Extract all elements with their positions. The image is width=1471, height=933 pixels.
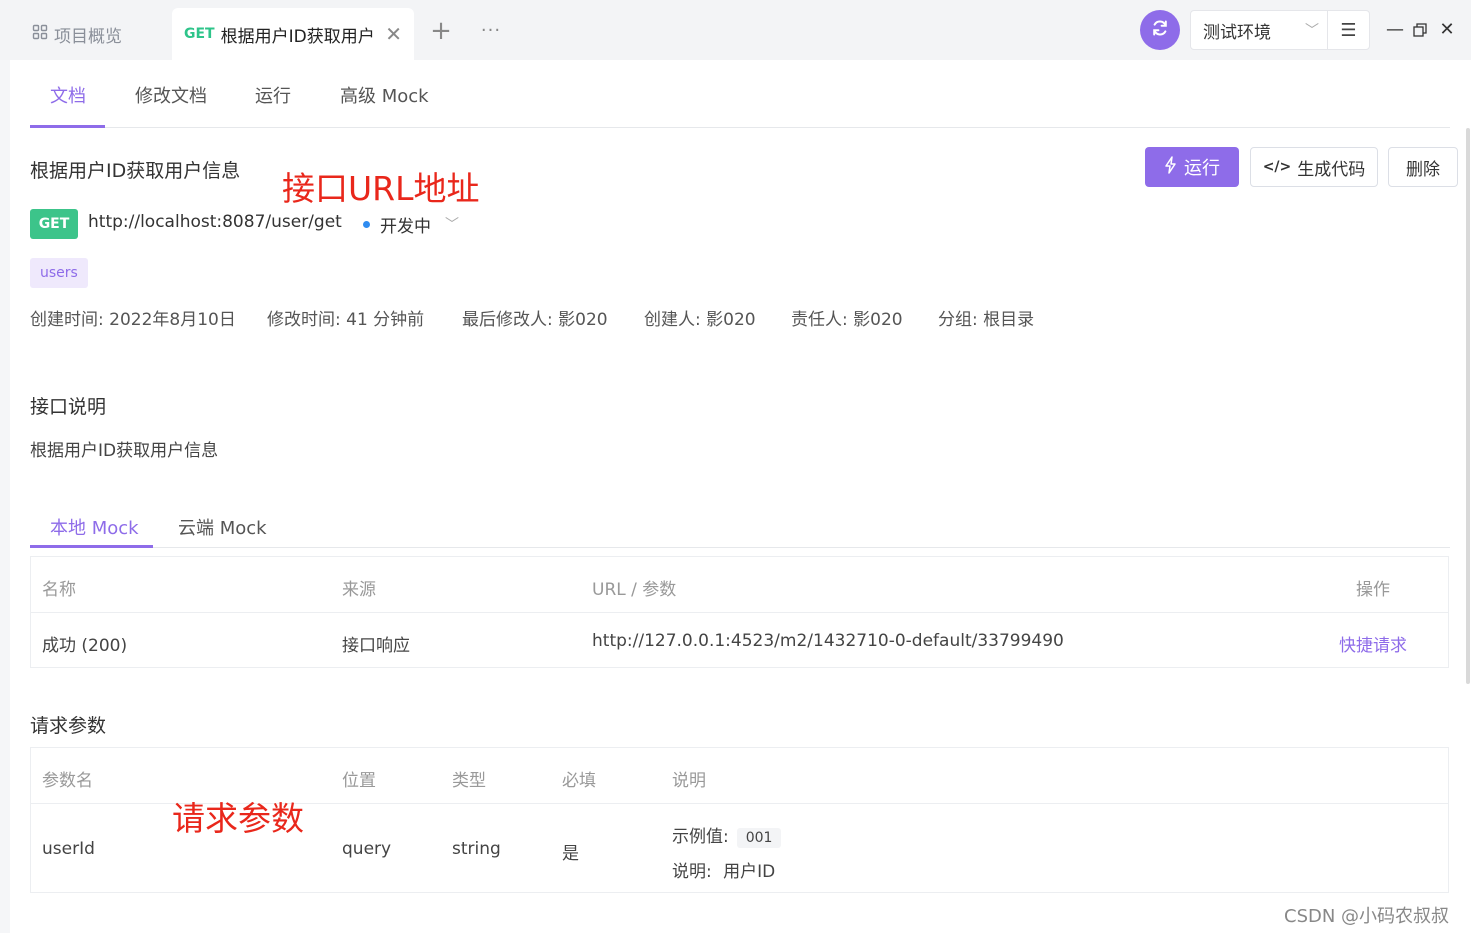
tab-cloud-mock[interactable]: 云端 Mock — [178, 514, 267, 540]
params-title: 请求参数 — [30, 715, 107, 737]
minimize-icon[interactable]: — — [1384, 18, 1406, 42]
tab-doc[interactable]: 文档 — [50, 82, 86, 110]
meta-group: 分组: 根目录 — [938, 310, 1035, 330]
chevron-down-icon[interactable]: ﹀ — [445, 214, 459, 234]
col-source: 来源 — [342, 580, 376, 600]
col-location: 位置 — [342, 771, 376, 791]
param-required: 是 — [562, 844, 579, 864]
col-url-params: URL / 参数 — [592, 580, 677, 600]
run-button-label: 运行 — [1184, 158, 1220, 179]
param-location: query — [342, 839, 392, 859]
tab-advanced-mock[interactable]: 高级 Mock — [340, 82, 429, 110]
active-mock-tab-indicator — [30, 545, 153, 548]
mock-row-name: 成功 (200) — [42, 636, 128, 656]
environment-select[interactable]: 测试环境 ﹀ ☰ — [1190, 10, 1370, 50]
method-badge: GET — [30, 209, 78, 239]
lightning-icon — [1164, 155, 1178, 179]
meta-modified-time: 修改时间: 41 分钟前 — [267, 310, 425, 330]
param-desc-value: 用户ID — [723, 862, 776, 882]
generate-code-button[interactable]: </> 生成代码 — [1250, 147, 1378, 187]
param-example-value: 001 — [736, 828, 782, 848]
doc-tabs — [30, 60, 1450, 128]
tab-project-overview[interactable]: 项目概览 — [22, 14, 132, 54]
environment-select-value: 测试环境 — [1203, 22, 1271, 43]
status-select[interactable]: 开发中 — [380, 212, 431, 237]
description-text: 根据用户ID获取用户信息 — [30, 441, 219, 461]
chevron-down-icon: ﹀ — [1305, 23, 1319, 39]
run-button[interactable]: 运行 — [1145, 147, 1239, 187]
tab-run[interactable]: 运行 — [255, 82, 291, 110]
delete-button[interactable]: 删除 — [1388, 147, 1458, 187]
more-tabs-button[interactable]: ··· — [478, 18, 504, 44]
api-url: http://localhost:8087/user/get — [88, 212, 342, 232]
col-name: 名称 — [42, 580, 76, 600]
grid-icon — [32, 24, 48, 45]
scrollbar[interactable] — [1466, 128, 1470, 684]
api-title: 根据用户ID获取用户信息 — [30, 160, 241, 182]
active-tab-indicator — [30, 125, 105, 128]
meta-owner: 责任人: 影020 — [791, 310, 903, 330]
watermark: CSDN @小码农叔叔 — [1284, 906, 1450, 927]
tab-project-overview-label: 项目概览 — [54, 26, 122, 47]
param-example-label: 示例值: — [672, 827, 729, 847]
col-param-name: 参数名 — [42, 771, 93, 791]
status-dot — [363, 221, 370, 228]
mock-table-header: 名称 来源 URL / 参数 操作 — [31, 557, 1448, 613]
mock-row-url: http://127.0.0.1:4523/m2/1432710-0-defau… — [592, 631, 1064, 651]
code-icon: </> — [1262, 159, 1292, 175]
col-type: 类型 — [452, 771, 486, 791]
tag-users[interactable]: users — [30, 258, 88, 288]
param-desc-label: 说明: — [672, 862, 712, 882]
sync-icon — [1150, 18, 1170, 42]
menu-icon[interactable]: ☰ — [1327, 11, 1369, 49]
add-tab-button[interactable]: + — [428, 16, 454, 46]
close-icon[interactable]: ✕ — [385, 22, 402, 46]
mock-table: 名称 来源 URL / 参数 操作 成功 (200) 接口响应 http://1… — [30, 556, 1449, 668]
sync-button[interactable] — [1140, 10, 1180, 50]
param-example: 示例值: 001 — [672, 822, 782, 848]
tab-local-mock[interactable]: 本地 Mock — [50, 514, 139, 540]
mock-row-source: 接口响应 — [342, 636, 410, 656]
annotation-params: 请求参数 — [172, 799, 304, 838]
generate-code-label: 生成代码 — [1297, 159, 1366, 180]
tab-method-label: GET — [184, 26, 215, 42]
meta-creator: 创建人: 影020 — [644, 310, 756, 330]
col-actions: 操作 — [1356, 580, 1390, 600]
param-type: string — [452, 839, 501, 859]
meta-created-time: 创建时间: 2022年8月10日 — [30, 310, 236, 330]
col-required: 必填 — [562, 771, 596, 791]
annotation-url: 接口URL地址 — [282, 169, 480, 208]
tab-api-label: 根据用户ID获取用户 — [220, 26, 375, 47]
description-title: 接口说明 — [30, 396, 107, 418]
param-name: userId — [42, 839, 95, 859]
quick-request-link[interactable]: 快捷请求 — [1339, 631, 1407, 656]
close-window-icon[interactable]: ✕ — [1436, 18, 1458, 42]
tab-edit-doc[interactable]: 修改文档 — [135, 82, 207, 110]
meta-last-modifier: 最后修改人: 影020 — [462, 310, 608, 330]
col-description: 说明 — [672, 771, 706, 791]
restore-icon[interactable] — [1409, 18, 1431, 42]
tab-api-get-user[interactable]: GET 根据用户ID获取用户 ✕ — [172, 8, 414, 60]
param-desc: 说明: 用户ID — [672, 857, 775, 882]
